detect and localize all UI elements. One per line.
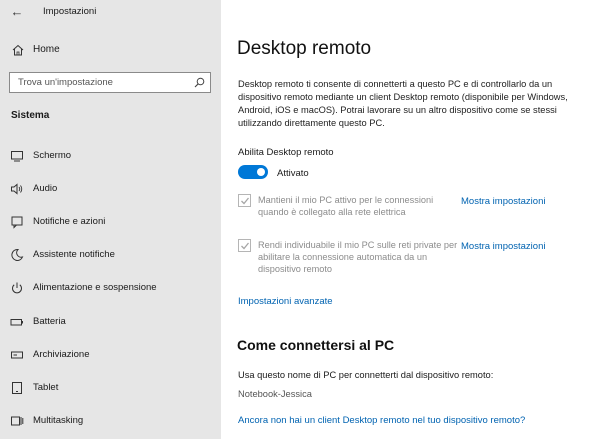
main-content: Desktop remoto Desktop remoto ti consent… [221, 0, 610, 439]
app-title: Impostazioni [43, 6, 97, 17]
sidebar-item-label: Audio [33, 183, 58, 194]
title-bar: ← Impostazioni [0, 0, 221, 24]
sidebar-item-batteria[interactable]: Batteria [0, 311, 221, 333]
sidebar-item-label: Alimentazione e sospensione [33, 282, 157, 293]
multitasking-icon [11, 416, 24, 426]
sidebar-item-label: Notifiche e azioni [33, 216, 106, 227]
sidebar-item-schermo[interactable]: Schermo [0, 145, 221, 167]
sidebar-item-archiviazione[interactable]: Archiviazione [0, 344, 221, 366]
pc-name-label: Usa questo nome di PC per connetterti da… [238, 370, 494, 380]
storage-icon [11, 351, 23, 359]
battery-icon [10, 319, 23, 326]
sidebar-item-assistente[interactable]: Assistente notifiche [0, 244, 221, 266]
toggle-knob [257, 168, 265, 176]
search-input[interactable] [10, 73, 190, 92]
search-box[interactable] [9, 72, 211, 93]
moon-icon [11, 248, 24, 261]
pc-name: Notebook-Jessica [238, 389, 312, 399]
notification-icon [11, 216, 23, 229]
sidebar-item-audio[interactable]: Audio [0, 178, 221, 200]
get-client-link[interactable]: Ancora non hai un client Desktop remoto … [238, 415, 525, 426]
toggle-state: Attivato [277, 168, 309, 179]
sidebar-item-label: Assistente notifiche [33, 249, 115, 260]
sidebar-item-label: Schermo [33, 150, 72, 161]
power-icon [12, 282, 22, 294]
sidebar-item-label: Archiviazione [33, 349, 90, 360]
sidebar-item-label: Multitasking [33, 415, 84, 426]
sidebar-item-multitasking[interactable]: Multitasking [0, 410, 221, 432]
sidebar-item-tablet[interactable]: Tablet [0, 377, 221, 399]
checkmark-icon [241, 197, 250, 205]
keep-awake-checkbox[interactable] [238, 194, 251, 207]
show-settings-link-1[interactable]: Mostra impostazioni [461, 196, 545, 207]
back-arrow-icon[interactable]: ← [8, 4, 26, 20]
show-settings-link-2[interactable]: Mostra impostazioni [461, 241, 545, 252]
keep-awake-text: Mantieni il mio PC attivo per le conness… [258, 195, 434, 217]
toggle-label: Abilita Desktop remoto [238, 147, 334, 158]
search-icon[interactable] [194, 77, 205, 88]
sidebar-item-alimentazione[interactable]: Alimentazione e sospensione [0, 277, 221, 299]
home-icon [12, 44, 24, 56]
advanced-settings-link[interactable]: Impostazioni avanzate [238, 296, 333, 307]
sidebar-item-label: Batteria [33, 316, 66, 327]
checkmark-icon [241, 242, 250, 250]
nav-home[interactable]: Home [0, 40, 221, 60]
remote-desktop-toggle[interactable] [238, 165, 268, 179]
discoverable-text: Rendi individuabile il mio PC sulle reti… [258, 240, 458, 274]
section-label-sistema: Sistema [11, 110, 50, 121]
description: Desktop remoto ti consente di connettert… [238, 79, 568, 128]
page-title: Desktop remoto [237, 38, 372, 59]
sidebar-item-label: Tablet [33, 382, 59, 393]
sidebar: ← Impostazioni Home Sistema Schermo Audi… [0, 0, 221, 439]
speaker-icon [11, 183, 23, 195]
tablet-icon [12, 382, 22, 394]
monitor-icon [11, 151, 23, 162]
sidebar-item-notifiche[interactable]: Notifiche e azioni [0, 211, 221, 233]
connect-section-title: Come connettersi al PC [237, 337, 395, 353]
discoverable-checkbox[interactable] [238, 239, 251, 252]
nav-home-label: Home [33, 44, 60, 55]
